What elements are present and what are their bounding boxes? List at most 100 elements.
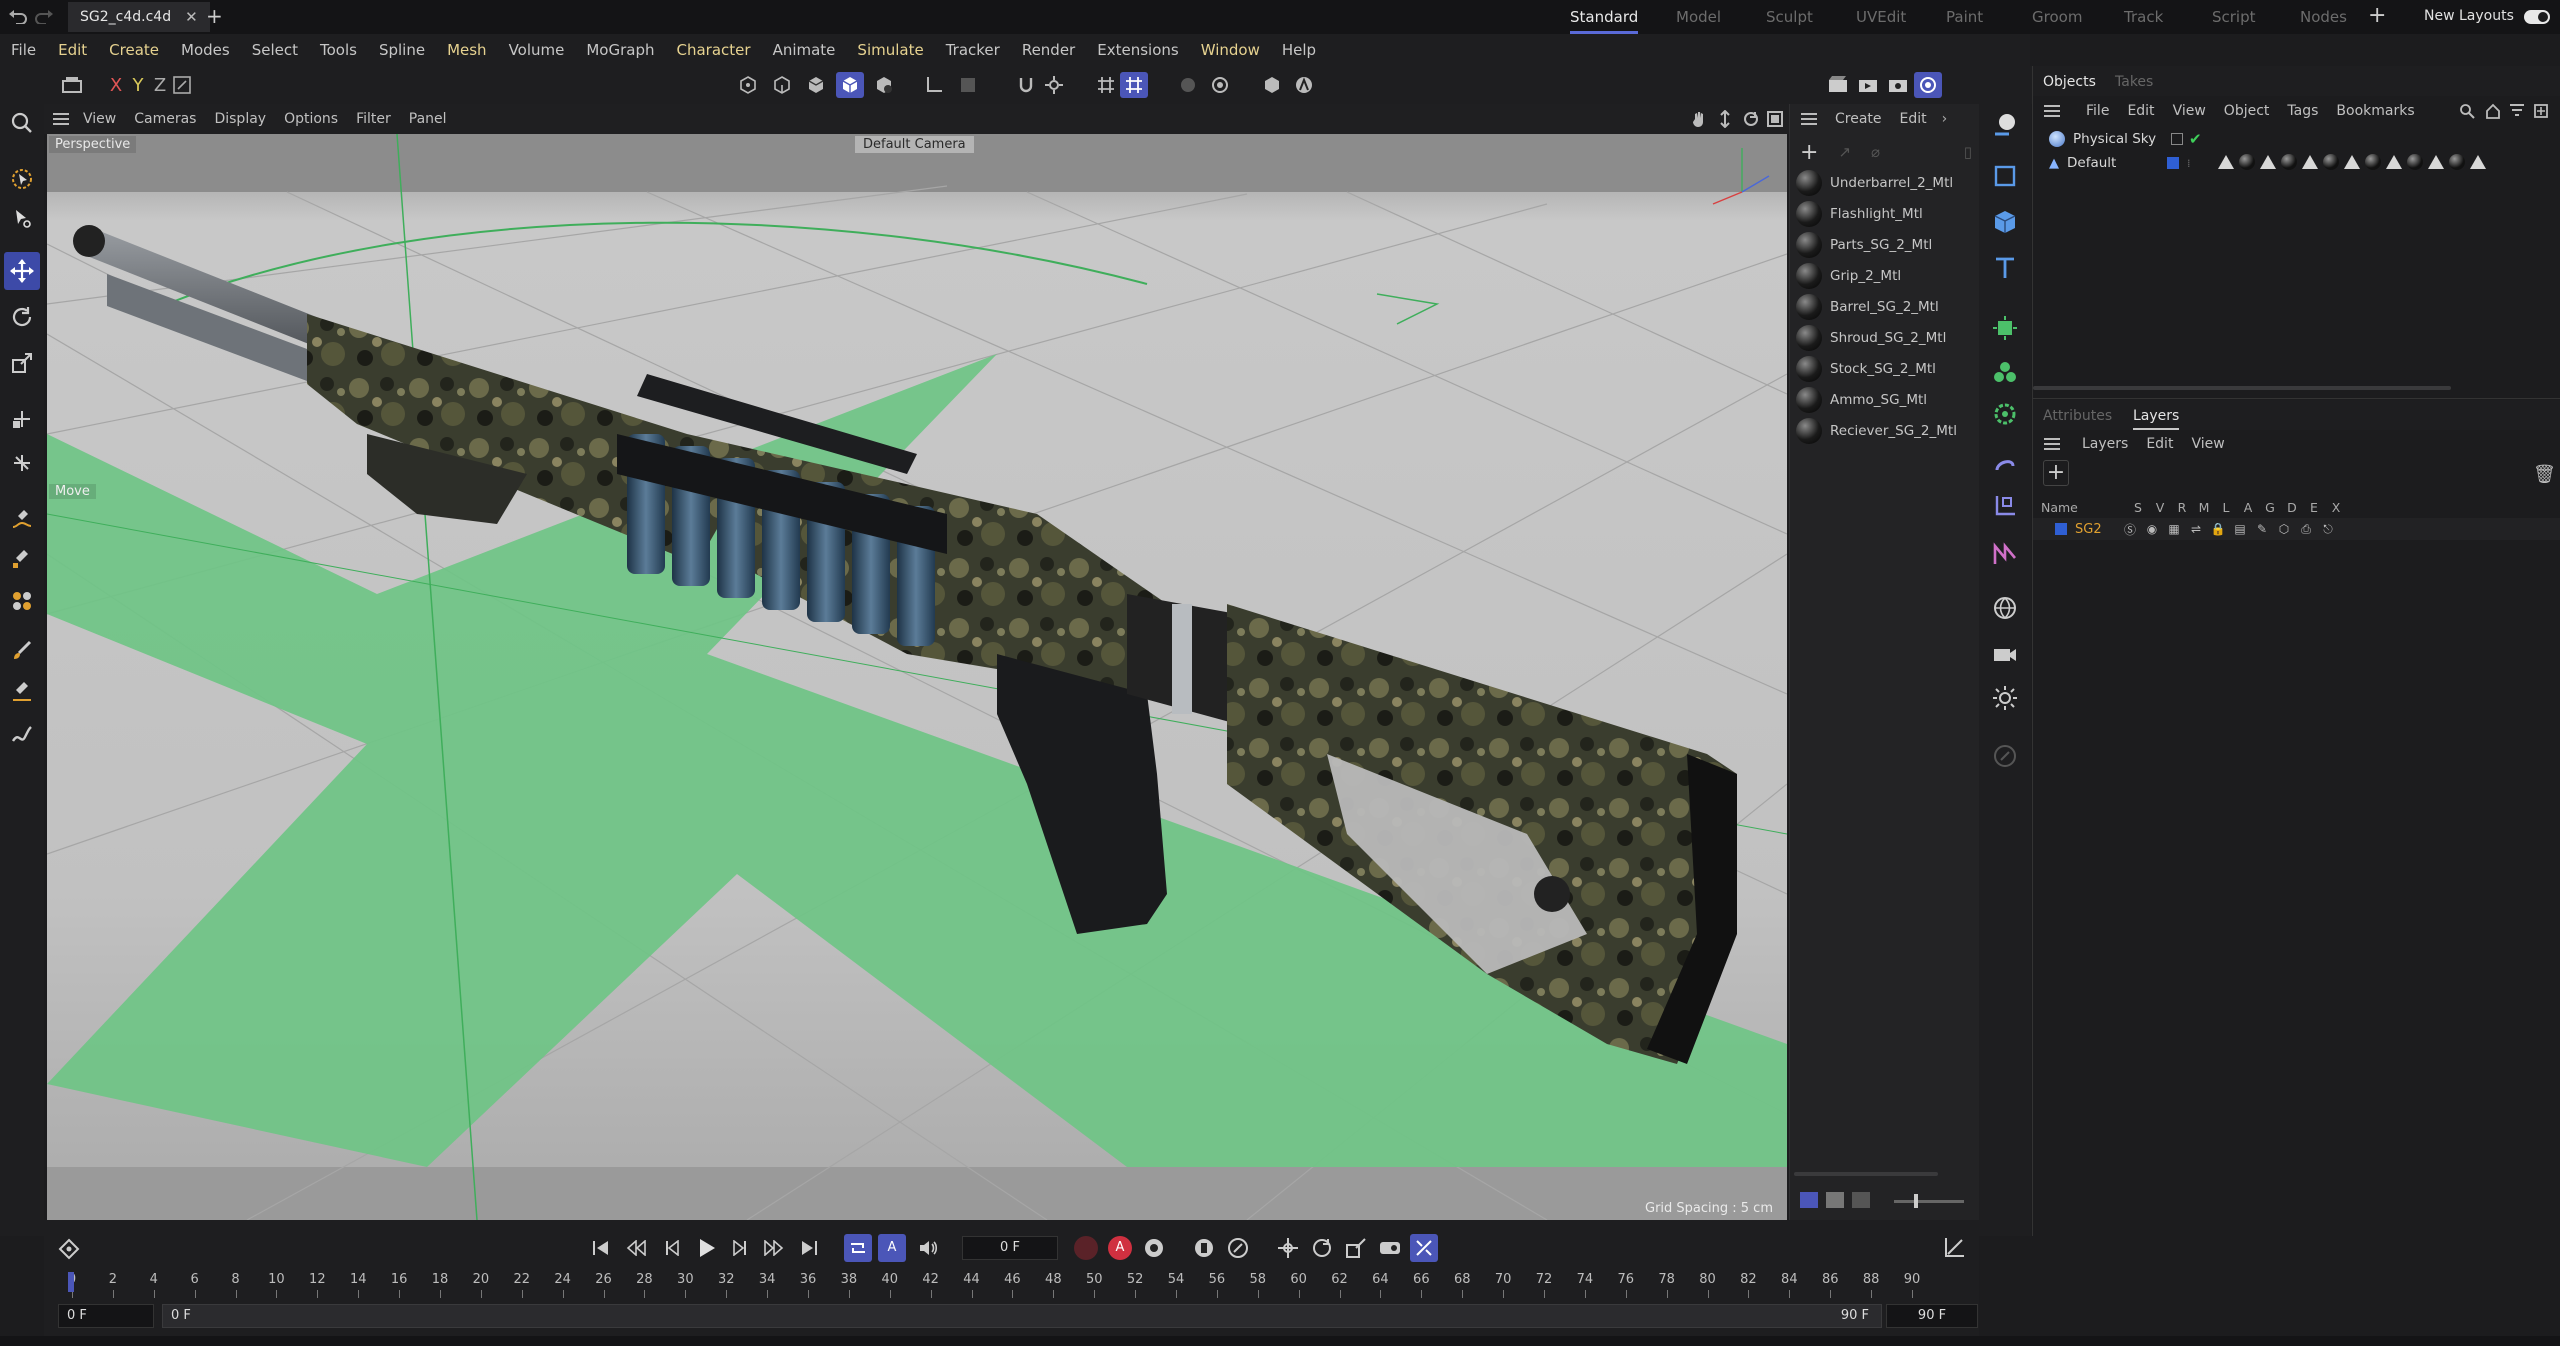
grid-snap-icon[interactable] xyxy=(1092,72,1120,98)
objects-menu-object[interactable]: Object xyxy=(2215,103,2279,119)
knife-tool-icon[interactable] xyxy=(4,444,40,482)
object-mode-icon[interactable] xyxy=(58,72,86,98)
tab-attributes[interactable]: Attributes xyxy=(2043,408,2112,424)
snap-icon[interactable] xyxy=(1012,72,1040,98)
texture-tag-icon[interactable] xyxy=(2386,155,2402,169)
layout-tab-standard[interactable]: Standard xyxy=(1570,0,1639,34)
timeline-ruler[interactable]: 0246810121416182022242628303234363840424… xyxy=(44,1220,1979,1310)
effector-icon[interactable] xyxy=(1987,396,2023,432)
add-material-icon[interactable]: + xyxy=(1800,140,1818,165)
pan-view-icon[interactable] xyxy=(1690,110,1708,128)
polygon-pen-icon[interactable] xyxy=(4,582,40,620)
material-link-icon[interactable]: ↗ xyxy=(1838,143,1851,161)
menu-mesh[interactable]: Mesh xyxy=(436,41,498,59)
material-item[interactable]: Underbarrel_2_Mtl xyxy=(1796,168,1976,198)
scale-tool-icon[interactable] xyxy=(4,344,40,382)
material-tag-icon[interactable] xyxy=(2239,154,2255,170)
material-tag-icon[interactable] xyxy=(2449,154,2465,170)
close-tab-icon[interactable]: ✕ xyxy=(185,8,198,26)
quantize-icon[interactable] xyxy=(1206,72,1234,98)
brush-tool-icon[interactable] xyxy=(4,632,40,670)
layout-tab-paint[interactable]: Paint xyxy=(1946,0,1983,34)
maximize-view-icon[interactable] xyxy=(1766,110,1784,128)
layer-flag-toggle-icon[interactable]: ⇌ xyxy=(2185,522,2207,536)
chevron-right-icon[interactable]: › xyxy=(1942,111,1948,127)
texture-tag-icon[interactable] xyxy=(2302,155,2318,169)
viewport-menu-cameras[interactable]: Cameras xyxy=(125,111,205,127)
tab-layers[interactable]: Layers xyxy=(2133,408,2180,430)
layer-flag-toggle-icon[interactable]: ✎ xyxy=(2251,522,2273,536)
viewport-menu-icon[interactable] xyxy=(52,112,70,126)
menu-create[interactable]: Create xyxy=(98,41,170,59)
menu-modes[interactable]: Modes xyxy=(170,41,241,59)
texture-tag-icon[interactable] xyxy=(2218,155,2234,169)
objects-scrollbar[interactable] xyxy=(2033,386,2451,390)
add-layout-icon[interactable]: + xyxy=(2368,3,2386,28)
dolly-view-icon[interactable] xyxy=(1716,110,1734,128)
redo-icon[interactable] xyxy=(34,8,54,24)
search-objects-icon[interactable] xyxy=(2459,103,2475,119)
texture-mode-icon[interactable] xyxy=(954,72,982,98)
layout-tab-groom[interactable]: Groom xyxy=(2032,0,2082,34)
objects-menu-bookmarks[interactable]: Bookmarks xyxy=(2327,103,2423,119)
layer-name[interactable]: SG2 xyxy=(2075,522,2102,537)
layout-tab-script[interactable]: Script xyxy=(2212,0,2256,34)
deformer-icon[interactable] xyxy=(1987,446,2023,482)
layer-flag-toggle-icon[interactable]: ⎙ xyxy=(2295,522,2317,537)
large-view-icon[interactable] xyxy=(1852,1192,1870,1208)
material-tag-icon[interactable] xyxy=(2407,154,2423,170)
material-tag-icon[interactable] xyxy=(2281,154,2297,170)
menu-select[interactable]: Select xyxy=(241,41,309,59)
material-item[interactable]: Shroud_SG_2_Mtl xyxy=(1796,323,1976,353)
playhead[interactable] xyxy=(68,1272,74,1292)
layer-flag-toggle-icon[interactable]: 🔒 xyxy=(2207,522,2229,536)
objects-menu-icon[interactable] xyxy=(2043,104,2061,118)
spline-sketch-icon[interactable] xyxy=(4,540,40,578)
new-window-icon[interactable] xyxy=(2533,103,2549,119)
texture-tag-icon[interactable] xyxy=(2344,155,2360,169)
layer-flag-toggle-icon[interactable]: ▦ xyxy=(2163,522,2185,536)
orbit-view-icon[interactable] xyxy=(1742,110,1760,128)
layout-tab-model[interactable]: Model xyxy=(1676,0,1721,34)
interactive-render-icon[interactable] xyxy=(1914,72,1942,98)
camera-icon[interactable] xyxy=(1987,636,2023,672)
menu-tracker[interactable]: Tracker xyxy=(935,41,1011,59)
home-icon[interactable] xyxy=(2485,103,2501,119)
render-check-icon[interactable]: ✔ xyxy=(2189,130,2202,148)
menu-window[interactable]: Window xyxy=(1190,41,1271,59)
object-row-physical-sky[interactable]: Physical Sky ✔ xyxy=(2049,128,2349,150)
objects-menu-tags[interactable]: Tags xyxy=(2278,103,2327,119)
undo-icon[interactable] xyxy=(8,8,28,24)
grid-view-icon[interactable] xyxy=(1826,1192,1844,1208)
delete-layer-icon[interactable]: 🗑 xyxy=(2533,464,2556,485)
objects-menu-view[interactable]: View xyxy=(2164,103,2215,119)
layer-row[interactable]: SG2 Ⓢ ◉ ▦ ⇌ 🔒 ▤ ✎ ⬡ ⎙ ⎋ xyxy=(2033,518,2560,540)
new-tab-icon[interactable]: + xyxy=(206,4,223,28)
viewport-camera-label[interactable]: Default Camera xyxy=(855,136,974,153)
material-item[interactable]: Ammo_SG_Mtl xyxy=(1796,385,1976,415)
materials-menu-icon[interactable] xyxy=(1800,112,1818,126)
camera-object-icon[interactable] xyxy=(1987,106,2023,142)
coordinate-system-icon[interactable] xyxy=(168,72,196,98)
menu-mograph[interactable]: MoGraph xyxy=(575,41,665,59)
edges-mode-icon[interactable] xyxy=(768,72,796,98)
uv-mode-icon[interactable] xyxy=(870,72,898,98)
thumbnail-size-slider[interactable] xyxy=(1894,1194,1964,1208)
objects-menu-edit[interactable]: Edit xyxy=(2118,103,2163,119)
list-view-icon[interactable] xyxy=(1800,1192,1818,1208)
material-tag-icon[interactable] xyxy=(2365,154,2381,170)
layout-toggle[interactable] xyxy=(2524,10,2550,24)
layout-tab-uvedit[interactable]: UVEdit xyxy=(1856,0,1906,34)
viewport-menu-display[interactable]: Display xyxy=(205,111,275,127)
texture-tag-icon[interactable] xyxy=(2428,155,2444,169)
tab-objects[interactable]: Objects xyxy=(2043,74,2096,90)
layer-color-swatch[interactable] xyxy=(2055,523,2067,535)
materials-menu-create[interactable]: Create xyxy=(1826,111,1891,127)
texture-tag-icon[interactable] xyxy=(2470,155,2486,169)
layout-tab-sculpt[interactable]: Sculpt xyxy=(1766,0,1813,34)
material-tag-icon[interactable]: ⌀ xyxy=(1871,143,1880,161)
viewport-menu-options[interactable]: Options xyxy=(275,111,347,127)
viewport-menu-filter[interactable]: Filter xyxy=(347,111,400,127)
end-frame-field[interactable]: 90 F xyxy=(1886,1304,1978,1328)
sculpt-tool-icon[interactable] xyxy=(4,672,40,710)
